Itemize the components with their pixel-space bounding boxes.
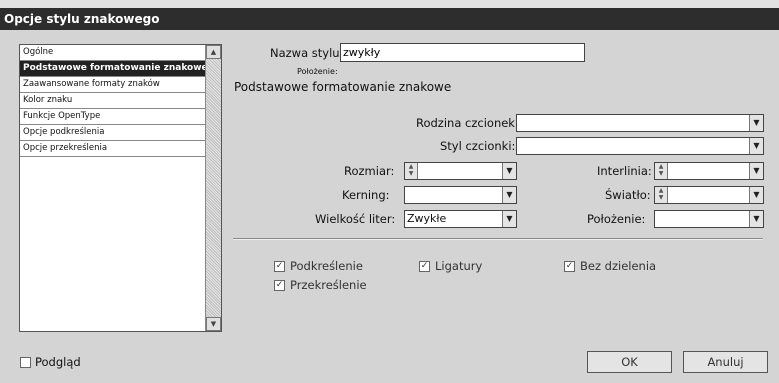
tracking-label: Światło: — [605, 188, 651, 202]
chevron-down-icon[interactable]: ▼ — [502, 163, 516, 179]
case-value: Zwykłe — [407, 212, 447, 225]
chevron-down-icon[interactable]: ▼ — [749, 138, 763, 154]
leading-combo[interactable]: ▲ ▼ ▼ — [654, 162, 764, 180]
underline-label: Podkreślenie — [290, 259, 363, 273]
chevron-down-icon[interactable]: ▼ — [749, 115, 763, 131]
font-family-label: Rodzina czcionek: — [416, 116, 519, 130]
position-caption: Położenie: — [297, 67, 338, 76]
section-divider — [233, 238, 763, 240]
section-title: Podstawowe formatowanie znakowe — [234, 80, 452, 94]
case-select[interactable]: Zwykłe ▼ — [404, 210, 517, 228]
scroll-down-icon[interactable]: ▼ — [206, 317, 221, 331]
no-break-label: Bez dzielenia — [580, 259, 657, 273]
sidebar-item[interactable]: Kolor znaku — [20, 93, 205, 109]
ligatures-label: Ligatury — [435, 259, 483, 273]
check-icon: ✓ — [275, 261, 284, 271]
dialog-root: Opcje stylu znakowego Ogólne Podstawowe f… — [0, 0, 779, 383]
spinner-icon[interactable]: ▲ ▼ — [655, 187, 668, 203]
sidebar-item[interactable]: Funkcje OpenType — [20, 109, 205, 125]
font-style-select[interactable]: ▼ — [516, 137, 764, 155]
case-label: Wielkość liter: — [315, 212, 396, 226]
font-family-select[interactable]: ▼ — [516, 114, 764, 132]
check-icon: ✓ — [275, 280, 284, 290]
sidebar-item[interactable]: Zaawansowane formaty znaków — [20, 77, 205, 93]
strikethrough-label: Przekreślenie — [290, 278, 367, 292]
strikethrough-checkbox[interactable]: ✓ — [274, 280, 285, 291]
chevron-down-icon[interactable]: ▼ — [749, 211, 763, 227]
size-combo[interactable]: ▲ ▼ ▼ — [404, 162, 517, 180]
cancel-button[interactable]: Anuluj — [683, 351, 768, 373]
dialog-body: Ogólne Podstawowe formatowanie znakowe Zaa… — [0, 30, 779, 383]
window-title: Opcje stylu znakowego — [0, 8, 779, 30]
position-select[interactable]: ▼ — [654, 210, 764, 228]
size-label: Rozmiar: — [344, 164, 395, 178]
style-name-input[interactable] — [340, 43, 585, 62]
sidebar-item[interactable]: Opcje przekreślenia — [20, 141, 205, 157]
chevron-down-icon[interactable]: ▼ — [749, 163, 763, 179]
check-icon: ✓ — [565, 261, 574, 271]
preview-label: Podgląd — [35, 355, 81, 369]
ok-button[interactable]: OK — [587, 351, 672, 373]
kerning-label: Kerning: — [342, 188, 390, 202]
underline-checkbox[interactable]: ✓ — [274, 261, 285, 272]
ligatures-checkbox[interactable]: ✓ — [419, 261, 430, 272]
check-icon: ✓ — [420, 261, 429, 271]
kerning-select[interactable]: ▼ — [404, 186, 517, 204]
spinner-icon[interactable]: ▲ ▼ — [405, 163, 418, 179]
sidebar-item[interactable]: Opcje podkreślenia — [20, 125, 205, 141]
leading-label: Interlinia: — [597, 164, 652, 178]
no-break-checkbox[interactable]: ✓ — [564, 261, 575, 272]
position-label: Położenie: — [587, 212, 646, 226]
font-style-label: Styl czcionki: — [440, 139, 516, 153]
scroll-up-icon[interactable]: ▲ — [206, 45, 221, 59]
chevron-down-icon[interactable]: ▼ — [749, 187, 763, 203]
list-scrollbar[interactable]: ▲ ▼ — [205, 45, 221, 331]
sidebar-item[interactable]: Podstawowe formatowanie znakowe — [20, 61, 205, 77]
sidebar-item[interactable]: Ogólne — [20, 45, 205, 61]
preview-checkbox[interactable] — [20, 357, 31, 368]
tracking-combo[interactable]: ▲ ▼ ▼ — [654, 186, 764, 204]
style-name-label: Nazwa stylu: — [270, 46, 344, 60]
category-list: Ogólne Podstawowe formatowanie znakowe Zaa… — [19, 44, 222, 332]
chevron-down-icon[interactable]: ▼ — [502, 187, 516, 203]
top-band — [0, 0, 779, 8]
spinner-icon[interactable]: ▲ ▼ — [655, 163, 668, 179]
chevron-down-icon[interactable]: ▼ — [502, 211, 516, 227]
